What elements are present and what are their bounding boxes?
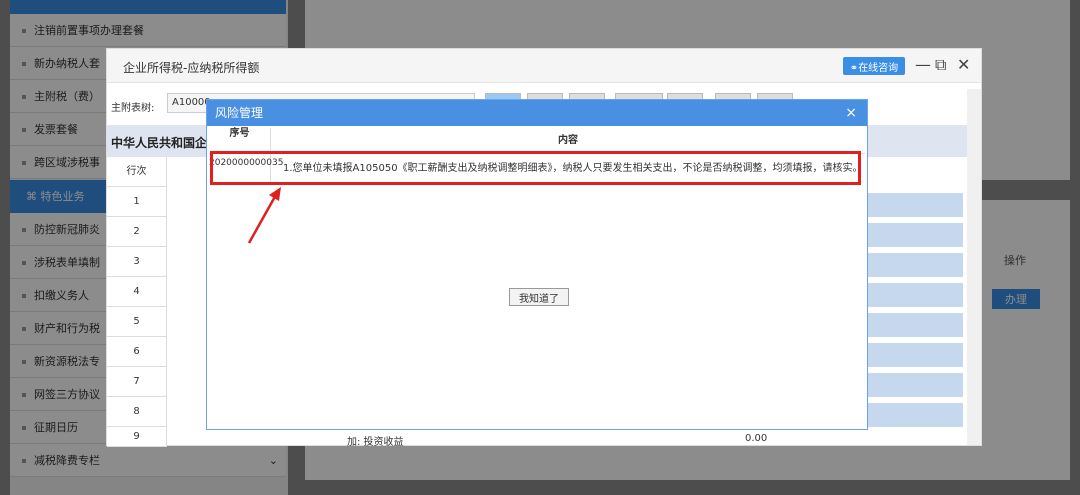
risk-modal: 风险管理 × 序号 内容 2020000000035 1.您单位未填报A1050…	[206, 99, 868, 430]
window-title: 企业所得税-应纳税所得额	[123, 61, 260, 75]
modal-body: 我知道了	[209, 184, 865, 428]
modal-title: 风险管理	[207, 100, 867, 126]
maximize-icon[interactable]: ⧉	[935, 55, 946, 75]
row-number: 9	[107, 427, 167, 447]
toolbar-label: 主附表树:	[111, 103, 155, 114]
row-label: 加: 投资收益	[347, 437, 404, 448]
minimize-icon[interactable]: —	[915, 55, 931, 74]
window-scrollbar[interactable]	[967, 89, 981, 445]
window-titlebar: 企业所得税-应纳税所得额 ⚭在线咨询 — ⧉ ✕	[107, 49, 981, 83]
acknowledge-button[interactable]: 我知道了	[509, 288, 569, 306]
row-header: 行次	[107, 157, 167, 187]
online-consult-button[interactable]: ⚭在线咨询	[843, 57, 905, 75]
annotation-arrow-icon	[247, 187, 281, 244]
close-icon[interactable]: ×	[845, 100, 857, 126]
headset-icon: ⚭	[849, 62, 859, 74]
row-number: 6	[107, 337, 167, 367]
row-number: 1	[107, 187, 167, 217]
close-icon[interactable]: ✕	[957, 55, 970, 74]
row-number: 5	[107, 307, 167, 337]
row-number: 7	[107, 367, 167, 397]
row-number: 2	[107, 217, 167, 247]
highlight-box	[210, 151, 861, 185]
row-number: 4	[107, 277, 167, 307]
consult-label: 在线咨询	[858, 62, 899, 74]
row-number: 8	[107, 397, 167, 427]
row-number: 3	[107, 247, 167, 277]
row-value: 0.00	[745, 433, 768, 444]
